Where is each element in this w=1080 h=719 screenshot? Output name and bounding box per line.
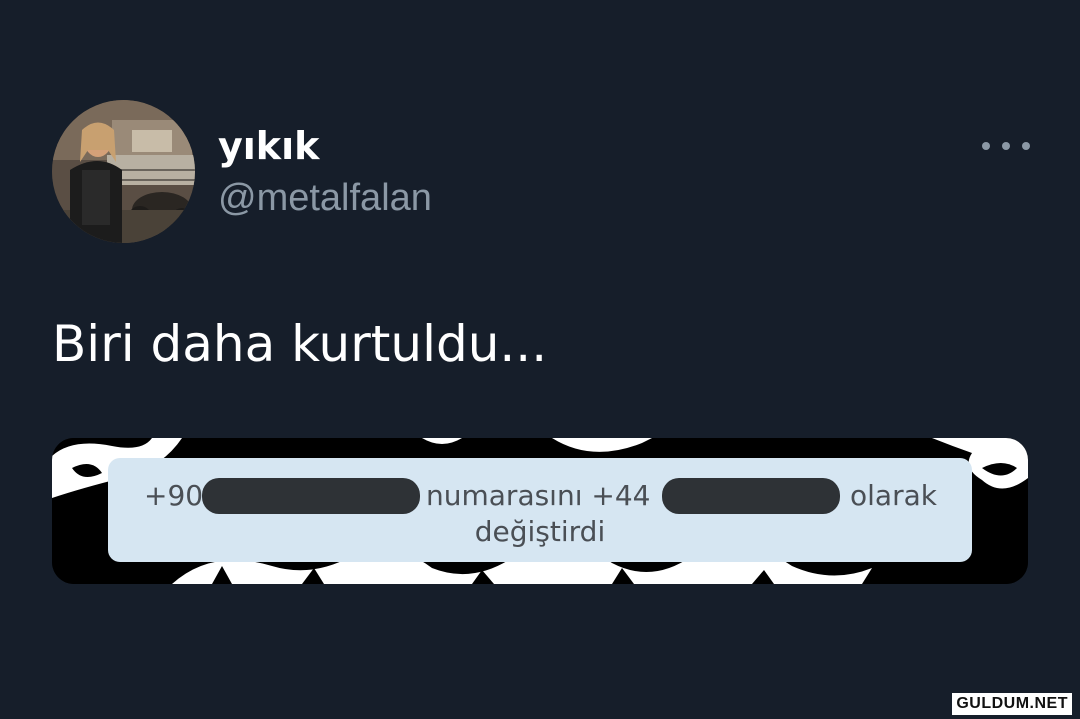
old-number-prefix: +90 [144, 479, 204, 512]
avatar[interactable] [52, 100, 195, 243]
more-dot [982, 142, 990, 150]
display-name[interactable]: yıkık [218, 124, 319, 168]
redacted-new-number [662, 478, 840, 514]
more-dot [1022, 142, 1030, 150]
profile-photo [52, 100, 195, 243]
tweet-text: Biri daha kurtuldu... [52, 315, 548, 373]
user-handle[interactable]: @metalfalan [218, 176, 432, 220]
number-change-notice: +90 numarasını +44 olarak değiştirdi [108, 458, 972, 562]
more-dot [1002, 142, 1010, 150]
notice-end-text: olarak [850, 479, 937, 512]
watermark: GULDUM.NET [952, 693, 1072, 715]
more-horizontal-icon[interactable] [982, 134, 1030, 158]
redacted-old-number [202, 478, 420, 514]
notice-middle-text: numarasını +44 [426, 479, 651, 512]
notice-line-two: değiştirdi [474, 515, 606, 548]
